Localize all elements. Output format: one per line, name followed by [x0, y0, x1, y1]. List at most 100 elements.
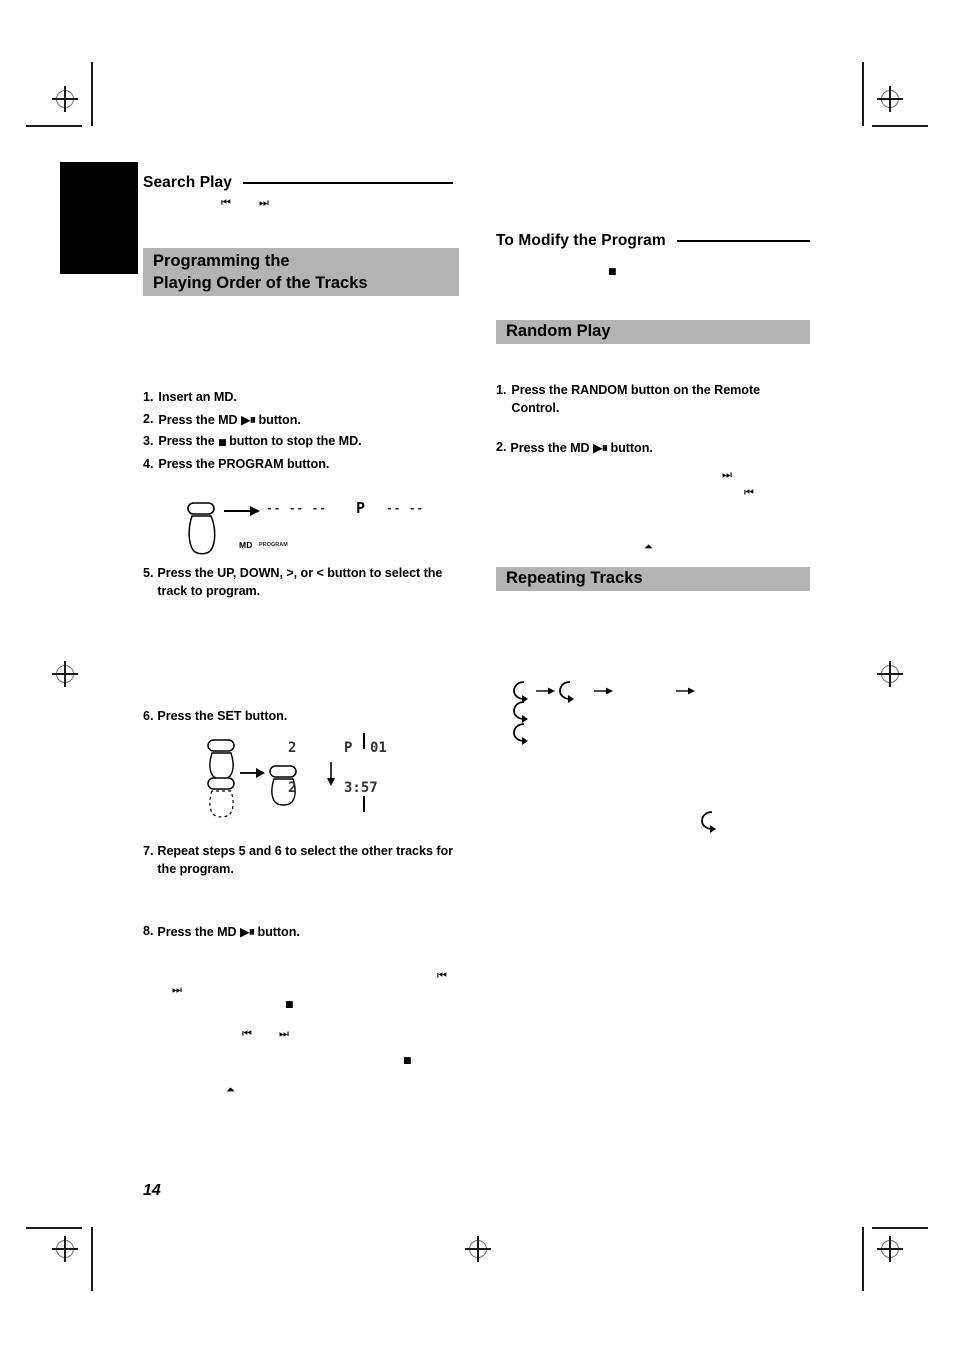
repeat-icon-lone	[698, 809, 722, 835]
crop-line-bottom-right-h	[872, 1227, 928, 1229]
step-7: 7. Repeat steps 5 and 6 to select the ot…	[143, 843, 453, 879]
step-2-text-before: Press the MD	[158, 413, 242, 427]
fast-forward-icon: ⏭	[259, 196, 269, 209]
repeat-icon-stacked	[513, 701, 528, 745]
stop-icon: ■	[285, 1000, 294, 1010]
lcd2-row1-number: 01	[370, 740, 387, 756]
random-step-2-number: 2.	[496, 440, 507, 454]
illustration-program-display-1: -- -- -- P -- -- MD PROGRAM	[180, 499, 440, 560]
crop-line-top-left-h	[26, 125, 82, 127]
lcd2-divider-bottom	[363, 796, 365, 812]
heading-search-play-label: Search Play	[143, 174, 232, 191]
random-step-2-text-before: Press the MD	[510, 441, 594, 455]
section-band-programming-line1: Programming the	[153, 251, 290, 270]
stop-icon: ■	[403, 1056, 412, 1066]
rewind-icon: ⏮	[437, 969, 447, 982]
step-5-text: Press the UP, DOWN, >, or < button to se…	[157, 566, 443, 598]
rewind-icon: ⏮	[221, 196, 231, 209]
random-step-2: 2. Press the MD ▶⏸ button.	[496, 439, 806, 458]
step-1-text: Insert an MD.	[158, 390, 237, 404]
stop-icon: ■	[218, 438, 226, 448]
illustration-program-display-2: 2 P 01 2 3:57	[200, 733, 430, 818]
step-8: 8. Press the MD ▶⏸ button.	[143, 923, 463, 942]
registration-mark-bottom-left	[52, 1236, 78, 1262]
registration-mark-top-right	[877, 86, 903, 112]
crop-line-top-right-v	[862, 62, 864, 126]
step-2: 2. Press the MD ▶⏸ button.	[143, 411, 463, 430]
registration-mark-left	[52, 661, 78, 687]
crop-line-bottom-left-v	[91, 1227, 93, 1291]
lcd2-row2-time: 3:57	[344, 780, 378, 796]
step-8-number: 8.	[143, 924, 154, 938]
step-3: 3. Press the ■ button to stop the MD.	[143, 433, 473, 451]
step-7-text: Repeat steps 5 and 6 to select the other…	[157, 844, 454, 876]
random-step-2-text-after: button.	[607, 441, 653, 455]
repeat-icon	[701, 811, 716, 833]
step-5-number: 5.	[143, 566, 154, 580]
lcd2-row1-program: P	[344, 740, 353, 756]
heading-modify-program: To Modify the Program	[496, 232, 810, 250]
random-step-1-number: 1.	[496, 383, 507, 397]
section-band-programming: Programming the Playing Order of the Tra…	[143, 248, 459, 296]
heading-rule	[243, 181, 453, 185]
step-4-text: Press the PROGRAM button.	[158, 457, 330, 471]
registration-mark-right	[877, 661, 903, 687]
crop-line-bottom-left-h	[26, 1227, 82, 1229]
crop-line-top-left-v	[91, 62, 93, 126]
step-3-text-after: button to stop the MD.	[225, 434, 362, 448]
step-4: 4. Press the PROGRAM button.	[143, 456, 463, 474]
eject-icon: ⏶	[644, 540, 653, 553]
step-2-text-after: button.	[255, 413, 301, 427]
step-7-number: 7.	[143, 844, 154, 858]
step-6-number: 6.	[143, 709, 154, 723]
section-band-repeating-tracks-title: Repeating Tracks	[506, 569, 643, 588]
step-3-number: 3.	[143, 434, 154, 448]
section-band-repeating-tracks: Repeating Tracks	[496, 567, 810, 591]
lcd-label-program: PROGRAM	[259, 542, 288, 548]
lcd2-divider-top	[363, 733, 365, 749]
step-1: 1. Insert an MD.	[143, 389, 463, 407]
step-6: 6. Press the SET button.	[143, 708, 463, 726]
rewind-icon: ⏮	[242, 1027, 252, 1040]
lcd-segment-dashes-right: -- --	[386, 502, 424, 515]
step-2-number: 2.	[143, 412, 154, 426]
step-8-text-after: button.	[254, 925, 300, 939]
lcd-program-p: P	[356, 499, 366, 517]
random-step-1: 1. Press the RANDOM button on the Remote…	[496, 382, 806, 418]
step-5: 5. Press the UP, DOWN, >, or < button to…	[143, 565, 443, 601]
lcd-label-md: MD	[239, 540, 253, 550]
heading-modify-program-label: To Modify the Program	[496, 232, 666, 249]
registration-mark-bottom-center	[465, 1236, 491, 1262]
step-3-text-before: Press the	[158, 434, 219, 448]
lcd2-row2-track: 2	[288, 780, 297, 796]
stop-icon: ■	[608, 267, 617, 277]
page-number: 14	[143, 1182, 161, 1199]
play-pause-icon: ▶⏸	[593, 440, 608, 455]
finger-press-set-illustration	[207, 739, 297, 818]
heading-rule	[676, 239, 810, 243]
chapter-index-tab	[60, 162, 138, 274]
lcd-dash-left: -- -- --	[266, 502, 327, 515]
fast-forward-icon: ⏭	[722, 468, 732, 481]
section-band-random-play: Random Play	[496, 320, 810, 344]
manual-page: Search Play ⏮ ⏭ Programming the Playing …	[0, 0, 954, 1351]
fast-forward-icon: ⏭	[279, 1027, 289, 1040]
step-4-number: 4.	[143, 457, 154, 471]
registration-mark-top-left	[52, 86, 78, 112]
step-8-text-before: Press the MD	[157, 925, 241, 939]
repeat-icon-stack	[510, 700, 550, 748]
step-1-number: 1.	[143, 390, 154, 404]
fast-forward-icon: ⏭	[172, 983, 182, 996]
eject-icon: ⏶	[226, 1083, 235, 1096]
registration-mark-bottom-right	[877, 1236, 903, 1262]
section-band-programming-line2: Playing Order of the Tracks	[153, 273, 368, 292]
play-pause-icon: ▶⏸	[240, 924, 255, 939]
heading-search-play: Search Play	[143, 174, 453, 192]
down-arrow-icon	[327, 762, 335, 786]
lcd-segment-dashes-left: -- -- --	[266, 502, 327, 515]
rewind-icon: ⏮	[744, 486, 754, 499]
lcd-dash-right: -- --	[386, 502, 425, 515]
play-pause-icon: ▶⏸	[241, 412, 256, 427]
crop-line-bottom-right-v	[862, 1227, 864, 1291]
lcd2-row1-track: 2	[288, 740, 297, 756]
